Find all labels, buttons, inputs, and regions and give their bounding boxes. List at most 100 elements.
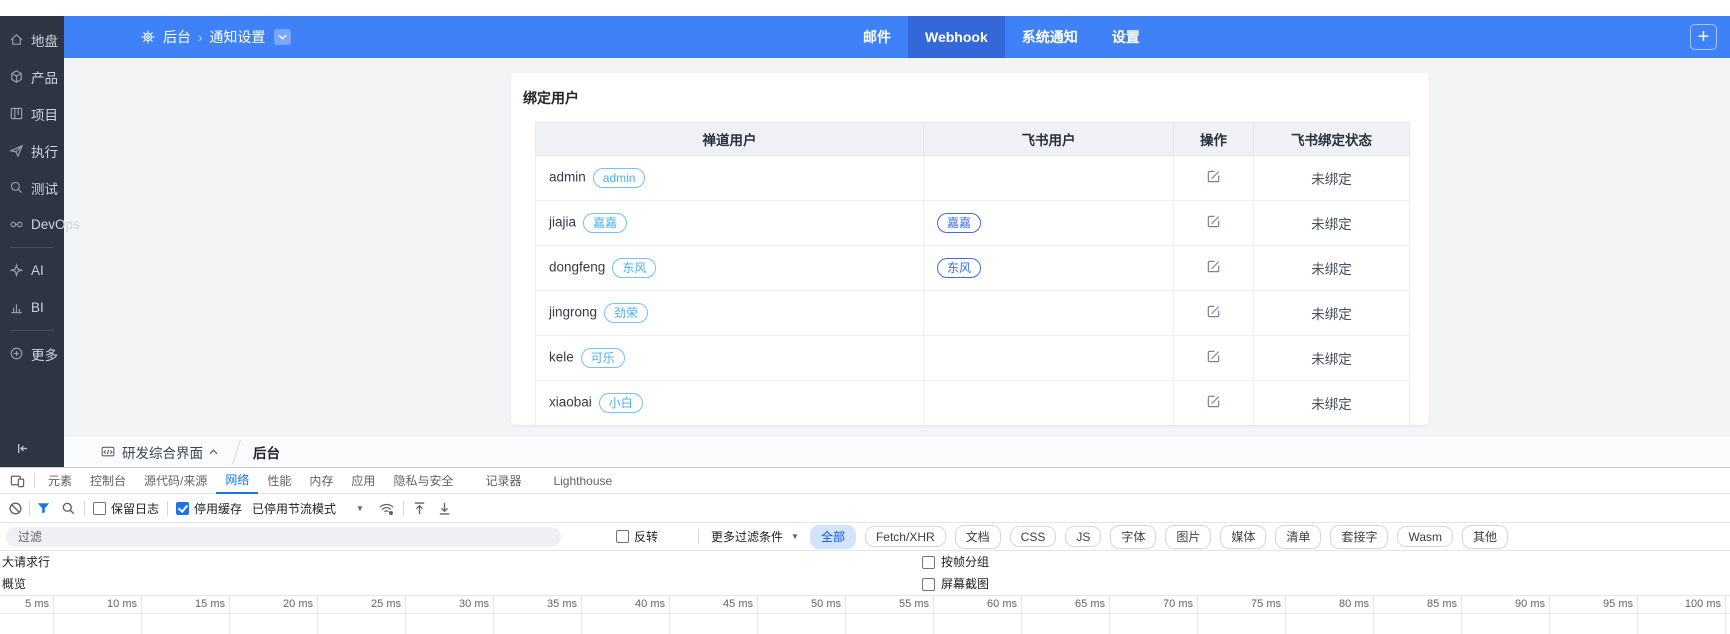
breadcrumb-dropdown[interactable]: [274, 29, 292, 45]
sidebar-item-qa[interactable]: 测试: [0, 169, 64, 206]
checkbox-checked[interactable]: [176, 501, 190, 515]
edit-icon[interactable]: [1206, 214, 1221, 229]
sidebar-item-my[interactable]: 地盘: [0, 21, 64, 58]
sidebar-item-execution[interactable]: 执行: [0, 132, 64, 169]
app-switcher-tab[interactable]: 研发综合界面: [100, 442, 218, 462]
devtools-tab-sources[interactable]: 源代码/来源: [135, 468, 216, 494]
network-filter-bar: 反转 更多过滤条件▼ 全部 Fetch/XHR 文档 CSS JS 字体 图片 …: [0, 523, 1730, 551]
realname-badge: 可乐: [580, 348, 625, 368]
checkbox-unchecked[interactable]: [616, 530, 629, 543]
product-icon: [9, 69, 24, 84]
search-bug-icon: [9, 180, 24, 195]
disable-cache-checkbox[interactable]: 停用缓存: [176, 500, 242, 517]
network-overview-timeline[interactable]: 5 ms 10 ms 15 ms 20 ms 25 ms 30 ms 35 ms…: [0, 595, 1730, 634]
active-app-tab[interactable]: 后台: [253, 442, 280, 462]
chip-socket[interactable]: 套接字: [1330, 524, 1389, 549]
chip-media[interactable]: 媒体: [1220, 524, 1267, 549]
network-conditions-icon[interactable]: [378, 501, 395, 516]
kanban-icon: [9, 106, 24, 121]
clear-network-log-icon[interactable]: [8, 501, 23, 516]
ruler-label: 5 ms: [25, 598, 49, 610]
edit-icon[interactable]: [1206, 259, 1221, 274]
devtools-tab-recorder[interactable]: 记录器: [476, 468, 530, 494]
tab-mail[interactable]: 邮件: [846, 16, 908, 58]
card-title: 绑定用户: [523, 90, 579, 106]
account-name: dongfeng: [549, 259, 606, 275]
checkbox-unchecked[interactable]: [93, 501, 106, 515]
chip-font[interactable]: 字体: [1110, 524, 1157, 549]
devtools-tab-bar: 元素 控制台 源代码/来源 网络 性能 内存 应用 隐私与安全 记录器 Ligh…: [0, 468, 1730, 494]
chip-img[interactable]: 图片: [1165, 524, 1212, 549]
add-button[interactable]: +: [1690, 24, 1717, 50]
chip-js[interactable]: JS: [1065, 526, 1102, 547]
chip-wasm[interactable]: Wasm: [1397, 526, 1454, 547]
sidebar-item-project[interactable]: 项目: [0, 95, 64, 132]
filter-funnel-icon[interactable]: [36, 501, 51, 515]
caret-down-icon: ▼: [356, 503, 364, 513]
bind-status: 未绑定: [1253, 200, 1410, 246]
ruler-label: 30 ms: [459, 598, 489, 610]
sidebar-collapse-button[interactable]: [0, 436, 64, 460]
throttling-select[interactable]: 已停用节流模式 ▼: [252, 500, 364, 517]
import-har-icon[interactable]: [412, 501, 427, 516]
table-header-row: 禅道用户 飞书用户 操作 飞书绑定状态: [535, 122, 1410, 156]
ruler-label: 70 ms: [1163, 598, 1193, 610]
ruler-label: 100 ms: [1684, 598, 1721, 610]
sidebar-item-bi[interactable]: BI: [0, 289, 64, 326]
devtools-tab-memory[interactable]: 内存: [300, 468, 342, 494]
sidebar-item-more[interactable]: 更多: [0, 335, 64, 372]
checkbox-unchecked[interactable]: [922, 555, 935, 569]
account-name: admin: [549, 169, 586, 185]
chip-css[interactable]: CSS: [1009, 526, 1057, 547]
devtools-tab-console[interactable]: 控制台: [81, 468, 135, 494]
invert-filter-checkbox[interactable]: 反转: [616, 528, 658, 545]
account-name: jiajia: [549, 214, 577, 230]
preserve-log-checkbox[interactable]: 保留日志: [93, 500, 159, 517]
account-name: kele: [549, 349, 574, 365]
devtools-tab-network[interactable]: 网络: [216, 468, 259, 494]
edit-icon[interactable]: [1206, 349, 1221, 364]
group-by-frame-checkbox[interactable]: 按帧分组: [922, 551, 989, 573]
devtools-tab-application[interactable]: 应用: [342, 468, 384, 494]
screenshots-checkbox[interactable]: 屏幕截图: [922, 573, 989, 595]
devtools-tab-privacy[interactable]: 隐私与安全: [384, 468, 462, 494]
breadcrumb-page[interactable]: 通知设置: [209, 27, 265, 47]
chip-all[interactable]: 全部: [809, 524, 856, 549]
ruler-label: 40 ms: [635, 598, 665, 610]
sidebar-item-ai[interactable]: AI: [0, 252, 64, 289]
chip-doc[interactable]: 文档: [954, 524, 1001, 549]
chip-other[interactable]: 其他: [1462, 524, 1509, 549]
divider: [402, 500, 404, 516]
edit-icon[interactable]: [1206, 394, 1221, 409]
devtools-tab-lighthouse[interactable]: Lighthouse: [544, 468, 621, 494]
network-options-row-1: 大请求行 按帧分组: [0, 551, 1730, 573]
tab-webhook[interactable]: Webhook: [908, 16, 1005, 58]
bind-user-table: 禅道用户 飞书用户 操作 飞书绑定状态 admin admin 未绑定 jiaji: [535, 122, 1410, 425]
breadcrumb[interactable]: 后台 › 通知设置: [140, 16, 292, 58]
breadcrumb-section[interactable]: 后台: [163, 27, 191, 47]
checkbox-unchecked[interactable]: [922, 577, 935, 591]
device-toolbar-icon[interactable]: [4, 468, 30, 494]
chip-fetch-xhr[interactable]: Fetch/XHR: [864, 526, 946, 547]
export-har-icon[interactable]: [437, 501, 452, 516]
table-row: admin admin 未绑定: [535, 155, 1410, 201]
tab-system-notice[interactable]: 系统通知: [1005, 16, 1095, 58]
edit-icon[interactable]: [1206, 169, 1221, 184]
sidebar-item-devops[interactable]: DevOps: [0, 206, 80, 243]
more-filters-dropdown[interactable]: 更多过滤条件 ▼: [711, 528, 799, 545]
overview-label: 概览: [2, 577, 27, 591]
realname-badge: admin: [592, 168, 646, 188]
chip-manifest[interactable]: 清单: [1275, 524, 1322, 549]
filter-input[interactable]: [6, 526, 561, 547]
bind-status: 未绑定: [1253, 335, 1410, 381]
request-type-chips: 全部 Fetch/XHR 文档 CSS JS 字体 图片 媒体 清单 套接字 W…: [809, 524, 1509, 549]
devtools-tab-elements[interactable]: 元素: [39, 468, 81, 494]
tab-settings[interactable]: 设置: [1095, 16, 1157, 58]
edit-icon[interactable]: [1206, 304, 1221, 319]
search-icon[interactable]: [61, 501, 76, 516]
feishu-badge: 嘉嘉: [937, 213, 982, 233]
bind-status: 未绑定: [1253, 380, 1410, 425]
sidebar-item-product[interactable]: 产品: [0, 58, 64, 95]
divider: [84, 500, 85, 516]
devtools-tab-performance[interactable]: 性能: [258, 468, 300, 494]
